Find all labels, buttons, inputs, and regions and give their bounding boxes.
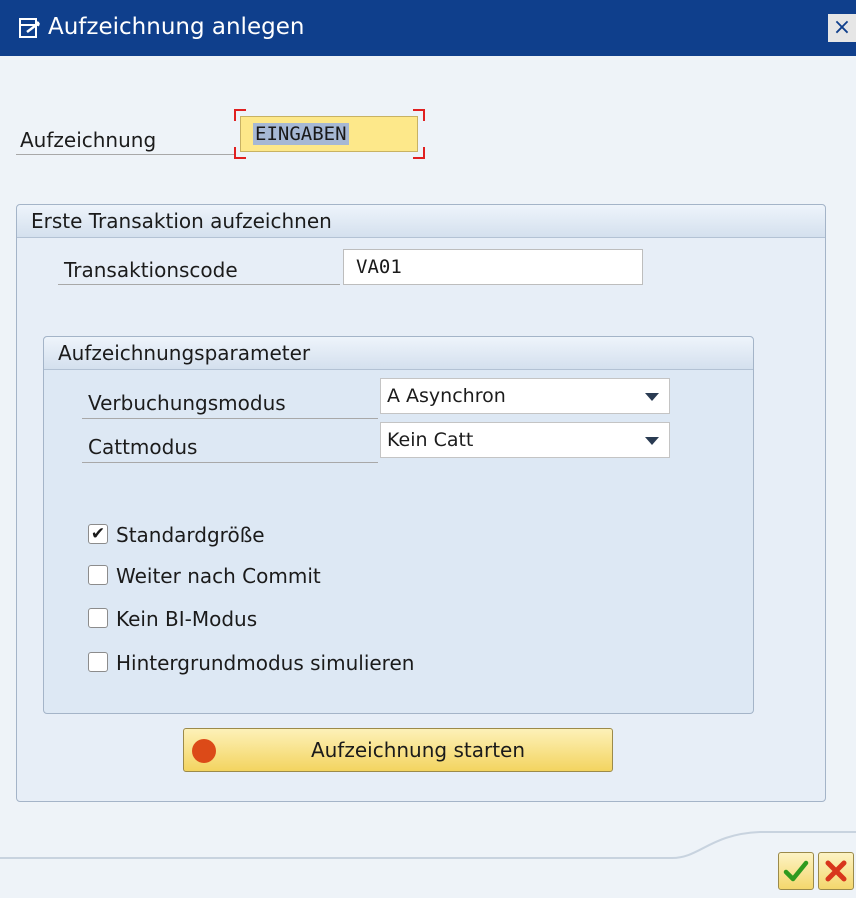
chevron-down-icon xyxy=(645,437,659,445)
tcode-input[interactable]: VA01 xyxy=(343,249,643,285)
recording-parameters-group-title: Aufzeichnungsparameter xyxy=(58,341,311,365)
no-bi-mode-checkbox[interactable] xyxy=(88,608,108,628)
recording-name-value: EINGABEN xyxy=(253,123,349,145)
start-recording-button[interactable]: Aufzeichnung starten xyxy=(183,728,613,772)
standard-size-checkbox[interactable]: ✔ xyxy=(88,524,108,544)
no-bi-mode-label[interactable]: Kein BI-Modus xyxy=(116,606,257,632)
update-mode-label-underline xyxy=(82,418,378,419)
standard-size-label[interactable]: Standardgröße xyxy=(116,522,265,548)
cancel-button[interactable] xyxy=(818,852,854,890)
catt-mode-label-underline xyxy=(82,462,378,463)
chevron-down-icon xyxy=(645,393,659,401)
tcode-label: Transaktionscode xyxy=(64,258,238,282)
close-window-button[interactable]: × xyxy=(828,14,856,42)
simulate-background-label[interactable]: Hintergrundmodus simulieren xyxy=(116,650,414,676)
title-bar: Aufzeichnung anlegen × xyxy=(0,0,856,56)
update-mode-dropdown[interactable]: A Asynchron xyxy=(380,378,670,414)
start-recording-label: Aufzeichnung starten xyxy=(310,738,526,762)
recording-label: Aufzeichnung xyxy=(20,128,157,152)
update-mode-label: Verbuchungsmodus xyxy=(88,391,286,415)
recording-parameters-group-header: Aufzeichnungsparameter xyxy=(44,337,753,370)
create-document-icon xyxy=(19,18,40,38)
window-title: Aufzeichnung anlegen xyxy=(48,14,305,40)
recording-label-underline xyxy=(16,154,234,155)
first-transaction-group-header: Erste Transaktion aufzeichnen xyxy=(17,205,825,238)
update-mode-value: A Asynchron xyxy=(387,385,506,407)
simulate-background-checkbox[interactable] xyxy=(88,652,108,672)
check-icon xyxy=(783,860,809,882)
recording-name-input[interactable]: EINGABEN xyxy=(240,116,418,152)
catt-mode-label: Cattmodus xyxy=(88,435,198,459)
catt-mode-value: Kein Catt xyxy=(387,429,474,451)
cancel-icon xyxy=(825,860,847,882)
ok-button[interactable] xyxy=(778,852,814,890)
footer-divider-curve xyxy=(0,831,856,859)
first-transaction-group-title: Erste Transaktion aufzeichnen xyxy=(31,209,332,233)
continue-after-commit-checkbox[interactable] xyxy=(88,565,108,585)
continue-after-commit-label[interactable]: Weiter nach Commit xyxy=(116,563,321,589)
catt-mode-dropdown[interactable]: Kein Catt xyxy=(380,422,670,458)
tcode-label-underline xyxy=(58,284,340,285)
